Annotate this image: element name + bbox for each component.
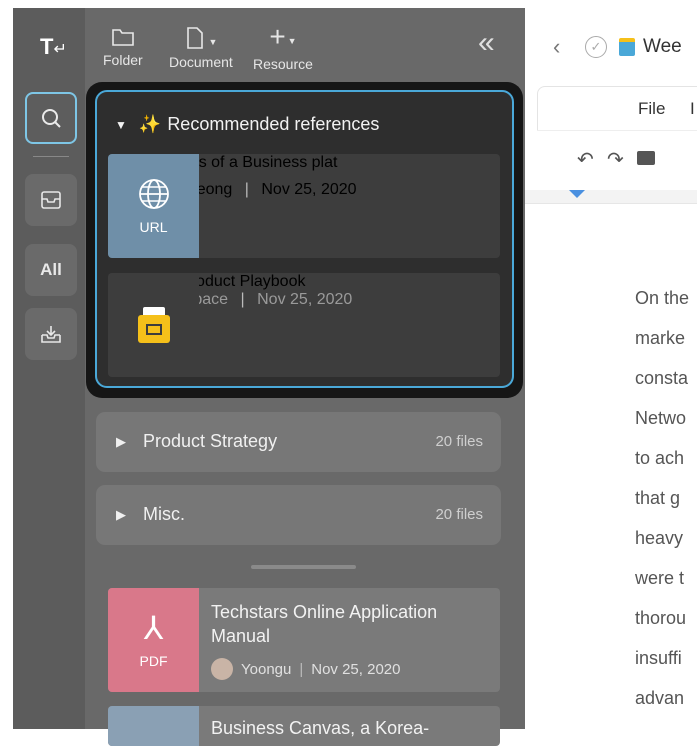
collapse-triangle-icon: ▼ [115,117,127,132]
rail-divider [33,156,69,157]
section-product-strategy[interactable]: ▶ Product Strategy 20 files [96,412,501,472]
inbox-button[interactable] [25,174,77,226]
section-misc[interactable]: ▶ Misc. 20 files [96,485,501,545]
recommended-item[interactable]: URL The Elements of a Business plat Dian… [108,154,500,258]
document-icon [187,27,204,49]
doc-text-line: to ach [635,448,685,468]
caret-down-icon: ▼ [287,36,297,46]
back-chevron-icon[interactable]: ‹ [553,34,560,60]
url-thumbnail [108,706,199,746]
search-icon [42,109,61,128]
recommended-panel-inner: ▼ ✨ Recommended references URL The Eleme… [95,90,514,388]
doc-text-line: that g [635,488,681,508]
return-icon: ↵ [53,41,67,58]
doc-menubar: File I [537,86,697,130]
search-button[interactable] [25,92,77,144]
doc-ruler[interactable] [525,190,697,204]
recommended-item[interactable]: The Lean Product Playbook Go to workspac… [108,273,500,377]
document-pane: ‹ ✓ Wee File I ↶ ↷ On the marke consta Netw… [525,8,697,729]
check-circle-icon[interactable]: ✓ [585,36,607,58]
menu-file[interactable]: File [638,99,665,119]
workspace-folder-icon [137,307,170,343]
plus-icon-group: + ▼ [269,21,297,52]
caret-down-icon: ▼ [208,37,218,47]
document-icon-group: ▼ [184,26,217,50]
sparkle-icon: ✨ [138,114,162,134]
inbox-icon [41,191,61,209]
new-resource-button[interactable]: + ▼ Resource [253,21,313,73]
doc-text-line: thorou [635,608,687,628]
doc-header: ‹ ✓ Wee [525,8,697,86]
doc-note-icon [619,38,635,56]
url-thumbnail: URL [108,154,199,258]
meta-separator: | [240,291,245,308]
print-icon[interactable] [637,151,655,165]
folder-thumbnail [108,273,199,377]
download-tray-icon [41,326,61,343]
doc-text-line: heavy [635,528,684,548]
all-button[interactable]: All [25,244,77,296]
file-card[interactable]: Business Canvas, a Korea- [108,706,500,746]
meta-separator: | [299,660,304,678]
pdf-thumbnail: ⅄ PDF [108,588,199,692]
folder-icon [112,29,134,46]
doc-text-line: were t [635,568,685,588]
new-document-button[interactable]: ▼ Document [169,26,233,70]
download-tray-button[interactable] [25,308,77,360]
indent-marker-icon[interactable] [569,190,585,198]
expand-triangle-icon: ▶ [116,507,126,522]
file-card[interactable]: ⅄ PDF Techstars Online Application Manua… [108,588,500,692]
doc-formatting-toolbar: ↶ ↷ [537,130,697,188]
doc-text-line: advan [635,688,685,708]
doc-text-line: insuffi [635,648,682,668]
undo-icon[interactable]: ↶ [577,147,594,172]
collapse-sidebar-icon[interactable]: « [478,28,495,58]
doc-text-line: marke [635,328,686,348]
menu-edit[interactable]: I [690,99,695,119]
avatar [211,658,233,680]
globe-icon [138,179,169,209]
new-folder-button[interactable]: Folder [103,26,143,68]
doc-text-line: On the [635,288,690,308]
app-logo[interactable]: T↵ [40,34,67,60]
recommended-header[interactable]: ▼ ✨ Recommended references [115,114,379,135]
resize-handle[interactable] [251,565,356,569]
meta-separator: | [244,181,249,198]
recommended-panel: ▼ ✨ Recommended references URL The Eleme… [86,82,523,398]
plus-icon: + [269,21,286,52]
pdf-icon: ⅄ [143,610,164,646]
doc-text-line: Netwo [635,408,687,428]
doc-title: Wee [643,36,682,57]
redo-icon[interactable]: ↷ [607,147,624,172]
expand-triangle-icon: ▶ [116,434,126,449]
file-meta: Yoongu | Nov 25, 2020 [211,658,400,680]
icon-rail: T↵ All [13,8,85,729]
doc-text-line: consta [635,368,689,388]
